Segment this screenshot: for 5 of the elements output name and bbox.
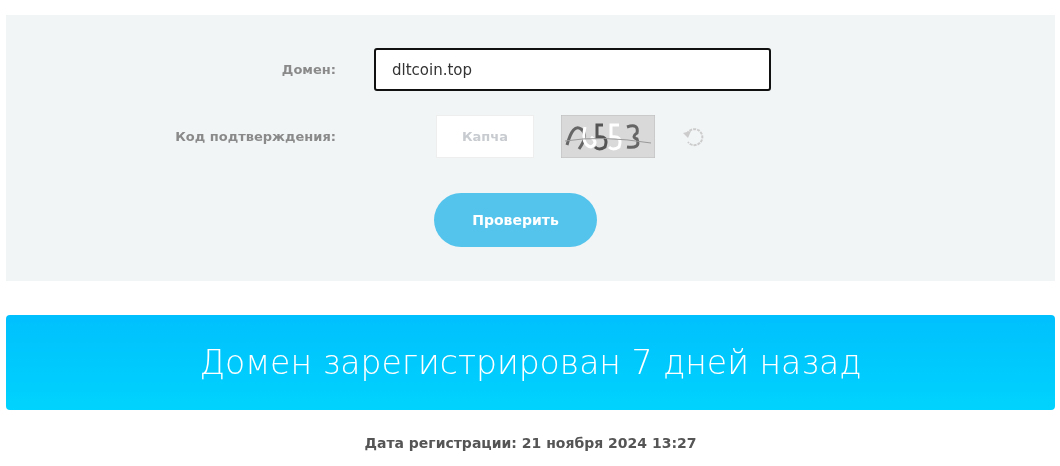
field-label: Код подтверждения: <box>174 129 336 144</box>
result-message: Домен зарегистрирован 7 дней назад <box>199 343 862 382</box>
field-label: Домен: <box>280 62 336 77</box>
registration-date: Дата регистрации: 21 ноября 2024 13:27 <box>364 435 697 451</box>
domain-field[interactable]: dltcoin.top <box>374 48 771 91</box>
